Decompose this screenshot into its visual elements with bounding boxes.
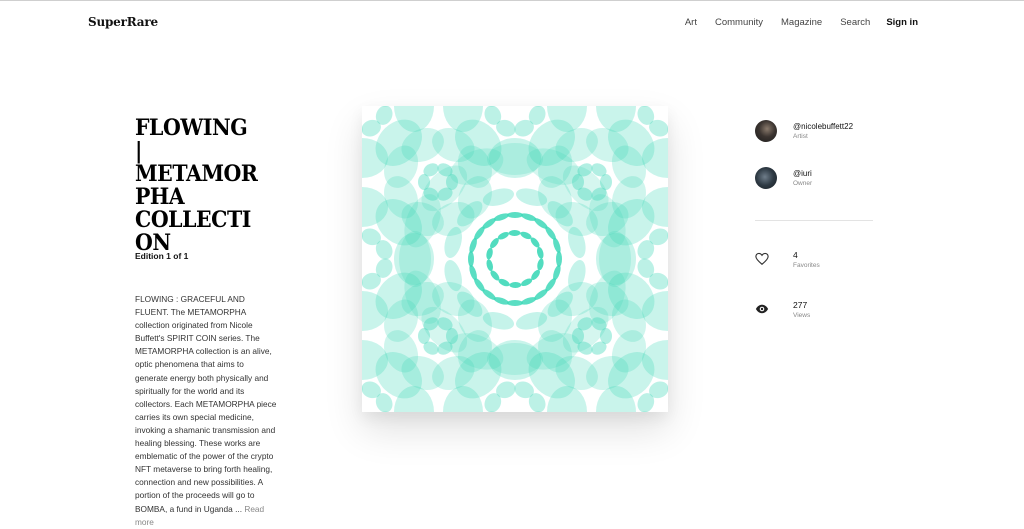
owner-role: Owner [793,179,813,187]
signin-link[interactable]: Sign in [886,17,918,28]
logo[interactable]: SuperRare [88,15,158,29]
artwork-description: FLOWING : GRACEFUL AND FLUENT. The METAM… [135,294,277,527]
favorites-count: 4 [793,250,798,260]
nav-art[interactable]: Art [685,17,697,28]
views-count: 277 [793,300,808,310]
owner-handle[interactable]: @iuri [793,168,812,179]
artist-avatar[interactable] [755,120,777,142]
artist-handle[interactable]: @nicolebuffett22 [793,121,853,132]
description-text: FLOWING : GRACEFUL AND FLUENT. The METAM… [135,294,277,514]
nav-search[interactable]: Search [840,17,870,28]
main-nav: Art Community Magazine Search Sign in [667,17,918,28]
nav-magazine[interactable]: Magazine [781,17,822,28]
artwork-image[interactable] [362,106,668,412]
owner-avatar[interactable] [755,167,777,189]
views-stat: 277 Views [755,300,810,321]
artist-card[interactable]: @nicolebuffett22 Artist [755,120,853,142]
nav-community[interactable]: Community [715,17,763,28]
views-label: Views [793,312,811,319]
artwork-pattern [362,106,668,412]
artist-role: Artist [793,132,808,140]
heart-icon[interactable] [755,252,769,266]
favorites-stat: 4 Favorites [755,250,820,271]
favorites-label: Favorites [793,262,820,269]
eye-icon [755,304,769,314]
edition-label: Edition 1 of 1 [135,251,189,261]
site-header: SuperRare Art Community Magazine Search … [0,1,1024,43]
owner-card[interactable]: @iuri Owner [755,167,812,189]
artwork-title: FLOWING | METAMOR PHA COLLECTI ON [135,115,258,256]
section-divider [755,220,873,221]
